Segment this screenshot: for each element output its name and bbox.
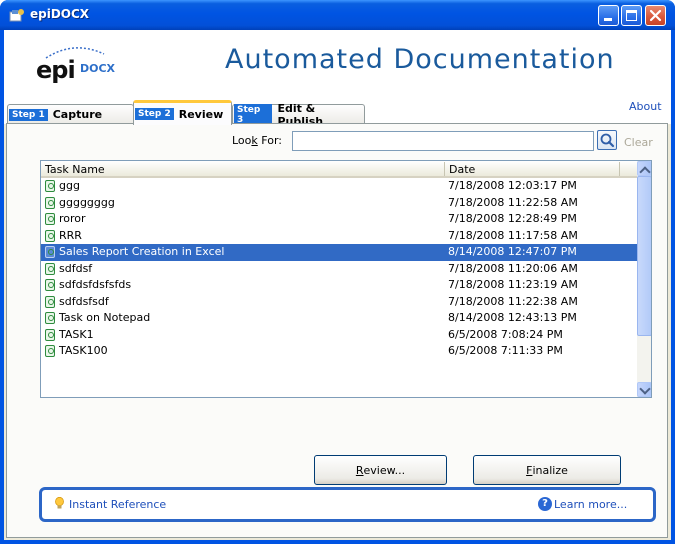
magnifier-icon	[600, 133, 615, 148]
info-bar: Instant Reference ? Learn more...	[39, 487, 656, 522]
list-header: Task Name Date	[41, 161, 638, 178]
review-panel: Look For: Clear Task Name Date ggg 7/18/2…	[6, 123, 668, 538]
task-date: 7/18/2008 11:22:58 AM	[448, 195, 578, 209]
clear-link[interactable]: Clear	[624, 136, 653, 149]
app-header: epi DOCX Automated Documentation	[4, 30, 671, 94]
finalize-button[interactable]: Finalize	[473, 455, 621, 485]
minimize-button[interactable]	[598, 5, 619, 26]
table-row[interactable]: roror 7/18/2008 12:28:49 PM	[41, 211, 638, 228]
app-window: epiDOCX epi DOCX Automated Documentation	[0, 0, 675, 544]
task-name: TASK1	[59, 327, 94, 341]
task-icon	[45, 213, 55, 225]
step-tabs: Step 1 Capture Step 2 Review Step 3 Edit…	[4, 94, 671, 128]
epidocx-logo: epi DOCX	[36, 47, 156, 88]
task-icon	[45, 262, 55, 275]
task-icon	[45, 180, 55, 192]
task-icon	[45, 312, 55, 324]
review-button[interactable]: Review...	[314, 455, 447, 485]
app-icon	[9, 9, 24, 22]
maximize-icon	[626, 10, 637, 21]
table-row[interactable]: gggggggg 7/18/2008 11:22:58 AM	[41, 195, 638, 212]
task-date: 6/5/2008 7:11:33 PM	[448, 344, 563, 357]
vertical-scrollbar[interactable]	[637, 161, 651, 397]
scroll-thumb[interactable]	[637, 176, 651, 336]
task-date: 6/5/2008 7:08:24 PM	[448, 327, 563, 341]
task-date: 7/18/2008 12:03:17 PM	[448, 179, 577, 192]
table-row[interactable]: ggg 7/18/2008 12:03:17 PM	[41, 178, 638, 195]
logo-sub-text: DOCX	[80, 62, 116, 75]
learn-more-link[interactable]: Learn more...	[554, 498, 627, 511]
tab-edit-publish[interactable]: Step 3 Edit & Publish	[232, 102, 365, 128]
column-header-date[interactable]: Date	[449, 163, 475, 176]
step-badge: Step 2	[135, 108, 174, 120]
about-link[interactable]: About	[629, 100, 662, 113]
task-date: 8/14/2008 12:47:07 PM	[448, 245, 577, 258]
table-row[interactable]: RRR 7/18/2008 11:17:58 AM	[41, 228, 638, 245]
table-row-selected[interactable]: Sales Report Creation in Excel 8/14/2008 …	[41, 244, 638, 261]
close-button[interactable]	[645, 5, 666, 26]
task-date: 7/18/2008 11:23:19 AM	[448, 278, 578, 291]
task-icon	[45, 345, 55, 357]
table-row[interactable]: TASK1 6/5/2008 7:08:24 PM	[41, 327, 638, 344]
client-area: epi DOCX Automated Documentation Step 1 …	[4, 30, 671, 540]
task-name: sdfdsf	[59, 261, 93, 275]
task-name: sdfdsfsdf	[59, 294, 109, 308]
window-title: epiDOCX	[30, 7, 90, 21]
task-name: Task on Notepad	[59, 311, 151, 324]
column-divider[interactable]	[619, 162, 620, 176]
task-icon	[45, 328, 55, 341]
task-date: 7/18/2008 12:28:49 PM	[448, 212, 577, 225]
search-button[interactable]	[597, 130, 617, 150]
table-row[interactable]: sdfdsfdsfsfds 7/18/2008 11:23:19 AM	[41, 277, 638, 294]
tab-review[interactable]: Step 2 Review	[133, 100, 232, 125]
table-row[interactable]: TASK100 6/5/2008 7:11:33 PM	[41, 343, 638, 360]
help-icon: ?	[538, 497, 552, 511]
task-date: 7/18/2008 11:20:06 AM	[448, 261, 578, 275]
step-badge: Step 1	[9, 108, 48, 121]
tab-label: Capture	[52, 108, 103, 121]
task-name: RRR	[59, 228, 82, 242]
search-input[interactable]	[292, 131, 594, 151]
instant-reference-link[interactable]: Instant Reference	[69, 498, 166, 511]
logo-main-text: epi	[36, 56, 76, 84]
lightbulb-icon	[55, 497, 64, 509]
maximize-button[interactable]	[621, 5, 642, 26]
look-for-label: Look For:	[232, 134, 282, 147]
task-icon	[45, 196, 55, 209]
close-icon	[649, 9, 662, 22]
task-date: 7/18/2008 11:22:38 AM	[448, 294, 578, 308]
list-rows: ggg 7/18/2008 12:03:17 PM gggggggg 7/18/20…	[41, 178, 638, 360]
task-date: 8/14/2008 12:43:13 PM	[448, 311, 577, 324]
page-heading: Automated Documentation	[225, 44, 615, 75]
task-name: Sales Report Creation in Excel	[59, 245, 225, 258]
task-name: sdfdsfdsfsfds	[59, 278, 132, 291]
task-name: TASK100	[59, 344, 108, 357]
task-name: gggggggg	[59, 195, 115, 209]
task-icon	[45, 279, 55, 291]
task-name: ggg	[59, 179, 80, 192]
scroll-down-button[interactable]	[637, 382, 651, 397]
tab-label: Review	[178, 107, 224, 121]
title-bar[interactable]: epiDOCX	[0, 0, 675, 30]
table-row[interactable]: sdfdsf 7/18/2008 11:20:06 AM	[41, 261, 638, 278]
task-icon	[45, 295, 55, 308]
minimize-icon	[604, 18, 612, 21]
task-list[interactable]: Task Name Date ggg 7/18/2008 12:03:17 PM …	[40, 160, 652, 398]
scroll-up-button[interactable]	[637, 161, 651, 178]
column-header-task-name[interactable]: Task Name	[45, 163, 105, 176]
column-divider[interactable]	[444, 162, 445, 176]
tab-capture[interactable]: Step 1 Capture	[7, 104, 134, 124]
task-date: 7/18/2008 11:17:58 AM	[448, 228, 578, 242]
task-icon	[45, 229, 55, 242]
task-icon	[45, 246, 55, 258]
task-name: roror	[59, 212, 86, 225]
chevron-down-icon	[639, 383, 651, 395]
table-row[interactable]: sdfdsfsdf 7/18/2008 11:22:38 AM	[41, 294, 638, 311]
table-row[interactable]: Task on Notepad 8/14/2008 12:43:13 PM	[41, 310, 638, 327]
